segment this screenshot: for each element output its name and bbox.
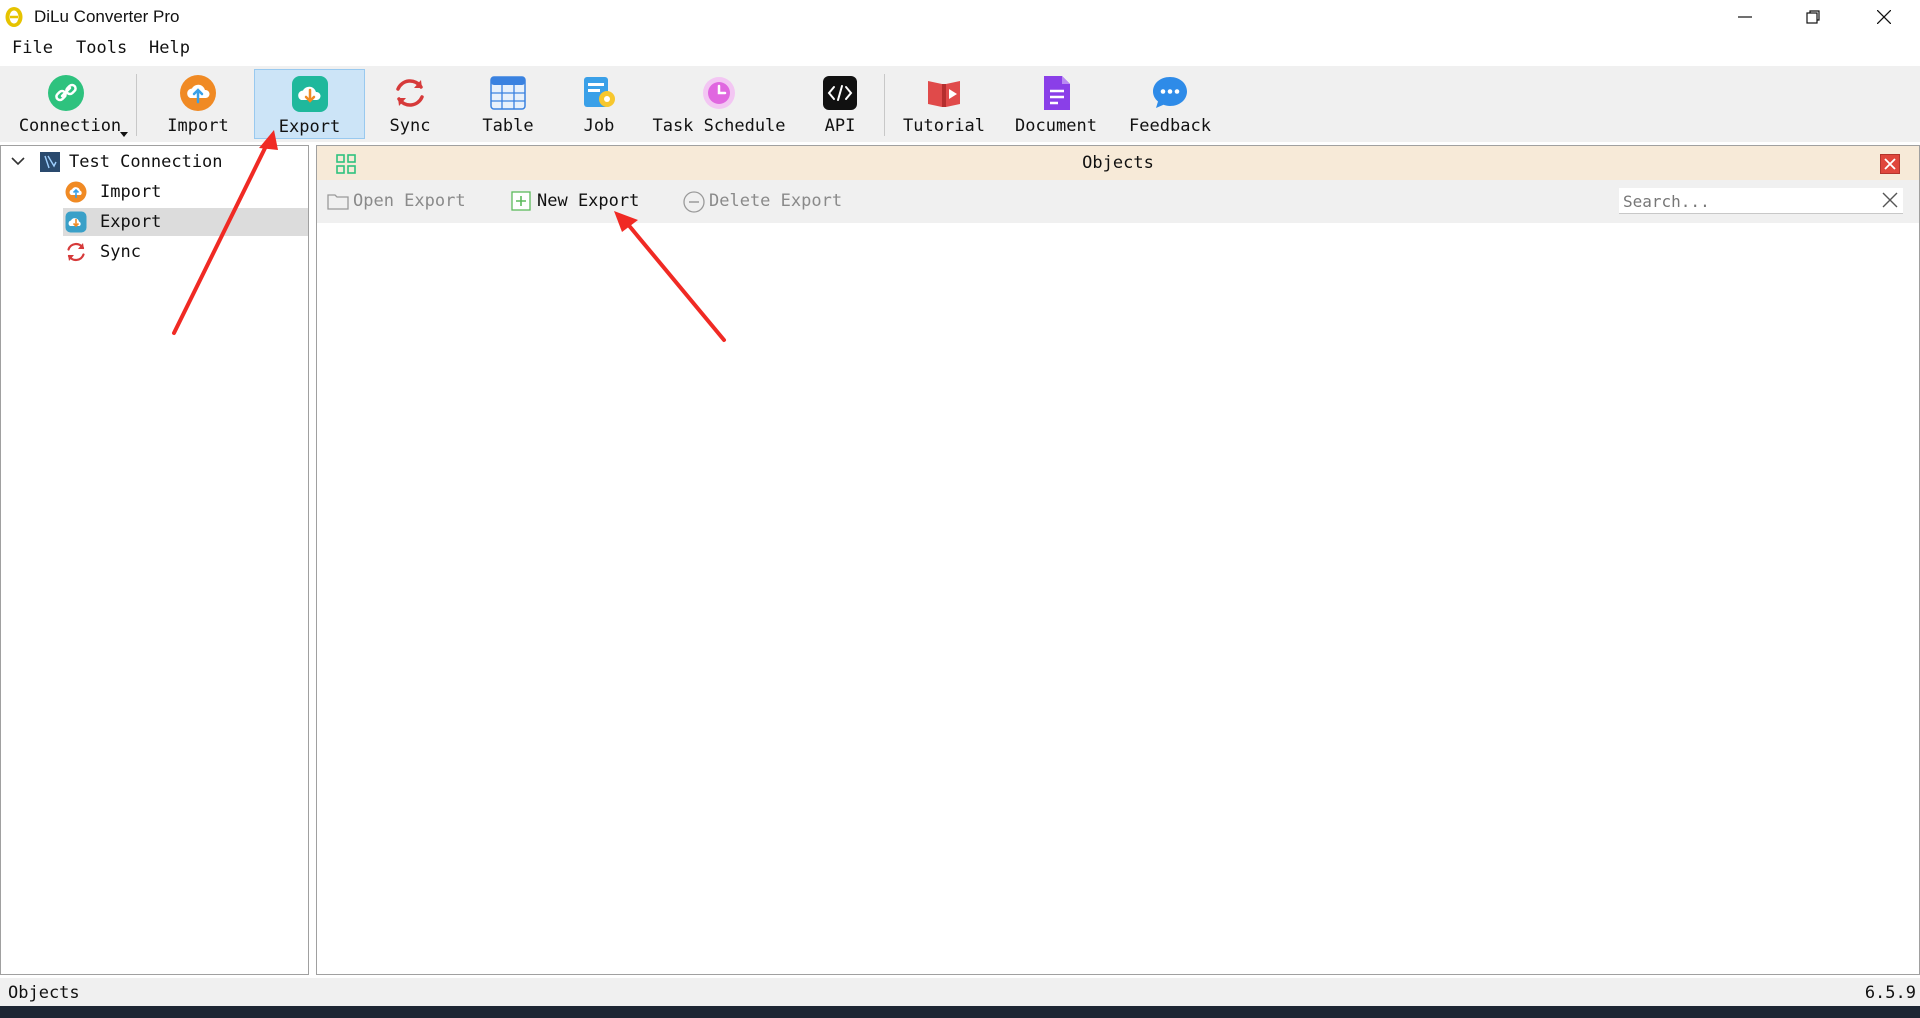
delete-export-button[interactable]: Delete Export: [683, 189, 843, 213]
app-logo-icon: [5, 7, 23, 27]
cloud-upload-icon: [180, 75, 216, 111]
job-label: Job: [583, 116, 615, 136]
connection-button[interactable]: Connection: [10, 69, 130, 139]
export-button[interactable]: Export: [254, 69, 365, 139]
clear-search-icon[interactable]: [1881, 191, 1899, 209]
table-icon: [490, 76, 526, 110]
chevron-down-icon[interactable]: [11, 157, 25, 166]
feedback-button[interactable]: Feedback: [1120, 69, 1220, 139]
objects-header: Objects: [317, 146, 1919, 180]
restore-icon: [1806, 10, 1820, 24]
tree-item-label: Export: [100, 212, 162, 232]
chat-bubble-icon: [1153, 77, 1187, 108]
task-schedule-button[interactable]: Task Schedule: [650, 69, 788, 139]
document-button[interactable]: Document: [1004, 69, 1108, 139]
taskbar-strip: [0, 1006, 1920, 1018]
title-bar: DiLu Converter Pro: [0, 0, 1920, 34]
status-bar: Objects 6.5.9: [0, 978, 1920, 1006]
new-export-button[interactable]: New Export: [511, 189, 645, 213]
new-export-label: New Export: [537, 191, 640, 211]
toolbar-separator: [136, 74, 137, 136]
menu-file[interactable]: File: [12, 38, 53, 58]
sync-button[interactable]: Sync: [372, 69, 448, 139]
video-book-icon: [928, 81, 960, 107]
folder-icon: [327, 194, 349, 210]
version-label: 6.5.9: [1864, 983, 1916, 1003]
plus-icon: [511, 191, 531, 211]
connection-label: Connection: [18, 116, 122, 136]
database-connection-icon: [40, 152, 60, 172]
sync-icon: [396, 79, 424, 107]
minimize-icon: [1738, 16, 1752, 18]
open-export-label: Open Export: [353, 191, 466, 211]
task-schedule-label: Task Schedule: [652, 116, 786, 136]
document-label: Document: [1015, 116, 1097, 136]
link-icon: [48, 75, 84, 111]
tree-root-test-connection[interactable]: Test Connection: [1, 148, 308, 176]
cloud-download-icon: [292, 76, 328, 112]
menu-bar: File Tools Help: [0, 34, 1920, 64]
close-panel-icon[interactable]: [1880, 154, 1900, 174]
tree-item-label: Sync: [100, 242, 141, 262]
objects-toolbar: Open Export New Export Delete Export: [317, 180, 1919, 223]
menu-tools[interactable]: Tools: [76, 38, 127, 58]
api-label: API: [824, 116, 856, 136]
search-input[interactable]: [1621, 190, 1865, 212]
tutorial-button[interactable]: Tutorial: [896, 69, 992, 139]
export-label: Export: [278, 117, 341, 137]
search-box: [1619, 188, 1903, 214]
objects-panel: Objects Open Export New Export Delete Ex: [316, 145, 1920, 975]
job-icon: [584, 77, 615, 107]
import-button[interactable]: Import: [158, 69, 238, 139]
sync-icon: [67, 242, 85, 262]
tree-item-export[interactable]: Export: [63, 208, 308, 236]
table-label: Table: [482, 116, 534, 136]
main-toolbar: Connection Import Export Sync Table Job …: [0, 66, 1920, 142]
tree-root-label: Test Connection: [69, 152, 223, 172]
import-label: Import: [167, 116, 229, 136]
tutorial-label: Tutorial: [903, 116, 985, 136]
sync-label: Sync: [389, 116, 431, 136]
connection-tree: Test Connection Import Export Sync: [0, 145, 309, 975]
open-export-button[interactable]: Open Export: [327, 189, 467, 213]
menu-help[interactable]: Help: [149, 38, 190, 58]
export-icon: [65, 211, 87, 233]
close-icon: [1877, 10, 1891, 24]
close-window-button[interactable]: [1849, 0, 1919, 34]
clock-icon: [703, 77, 735, 109]
restore-button[interactable]: [1778, 0, 1848, 34]
api-button[interactable]: API: [800, 69, 880, 139]
delete-export-label: Delete Export: [709, 191, 843, 211]
tree-item-import[interactable]: Import: [63, 178, 308, 206]
import-icon: [65, 181, 87, 203]
feedback-label: Feedback: [1129, 116, 1211, 136]
dropdown-caret-icon: [120, 132, 128, 137]
status-text: Objects: [8, 983, 80, 1003]
minus-circle-icon: [683, 191, 705, 213]
toolbar-separator: [884, 74, 885, 136]
minimize-button[interactable]: [1710, 0, 1780, 34]
tree-item-sync[interactable]: Sync: [63, 238, 308, 266]
objects-title: Objects: [1082, 153, 1154, 173]
window-title: DiLu Converter Pro: [34, 7, 180, 26]
job-button[interactable]: Job: [560, 69, 638, 139]
document-icon: [1044, 76, 1070, 110]
code-icon: [823, 76, 857, 110]
table-button[interactable]: Table: [468, 69, 548, 139]
tree-item-label: Import: [100, 182, 162, 202]
